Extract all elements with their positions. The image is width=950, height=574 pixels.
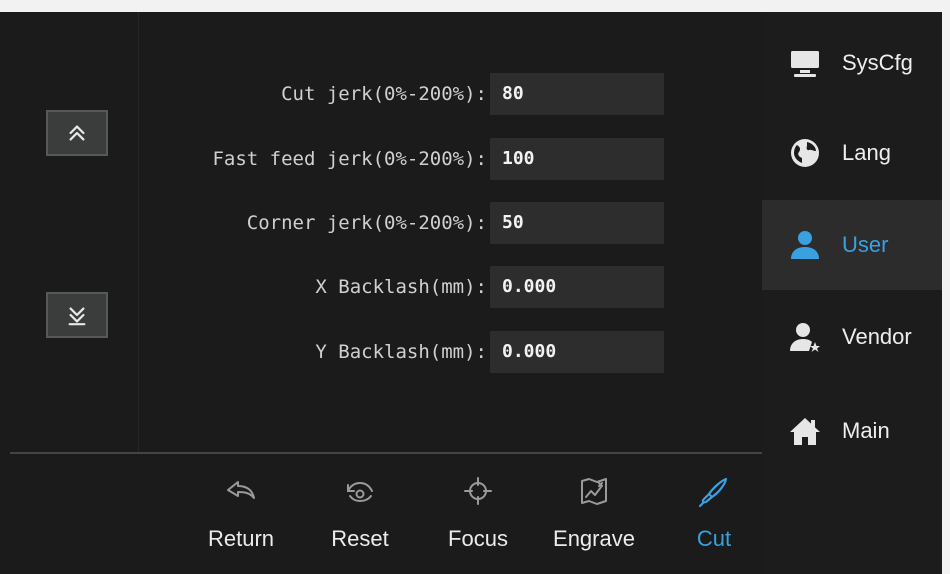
sidebar-item-label: Main	[842, 418, 890, 443]
screen-bezel-top	[0, 0, 950, 12]
globe-icon	[791, 139, 819, 167]
engrave-label: Engrave	[553, 526, 635, 551]
return-arrow-icon	[227, 481, 255, 499]
cut-label: Cut	[696, 526, 732, 551]
setting-row-y-backlash: Y Backlash(mm): 0.000	[0, 331, 762, 373]
sidebar: SysCfg Lang User Vendor Main	[762, 12, 942, 574]
sidebar-item-label: SysCfg	[842, 50, 913, 75]
sidebar-item-user[interactable]: User	[762, 200, 942, 290]
return-button[interactable]: Return	[191, 474, 291, 564]
return-label: Return	[207, 526, 275, 551]
setting-row-corner-jerk: Corner jerk(0%-200%): 50	[0, 202, 762, 244]
reset-label: Reset	[331, 526, 389, 551]
sidebar-item-label: User	[842, 232, 889, 257]
reset-button[interactable]: Reset	[310, 474, 410, 564]
bottom-toolbar: Return Reset Focus Engrave Cut	[0, 454, 762, 574]
engrave-icon	[581, 478, 607, 505]
setting-label: Fast feed jerk(0%-200%):	[212, 148, 487, 170]
setting-row-fast-feed-jerk: Fast feed jerk(0%-200%): 100	[0, 138, 762, 180]
setting-label: Y Backlash(mm):	[315, 341, 487, 363]
setting-label: Cut jerk(0%-200%):	[281, 83, 487, 105]
y-backlash-input[interactable]: 0.000	[490, 331, 664, 373]
user-icon	[791, 231, 819, 259]
settings-panel: Cut jerk(0%-200%): 80 Fast feed jerk(0%-…	[0, 12, 762, 452]
sidebar-item-main[interactable]: Main	[762, 386, 942, 476]
sidebar-item-vendor[interactable]: Vendor	[762, 292, 942, 382]
sidebar-item-lang[interactable]: Lang	[762, 108, 942, 198]
focus-label: Focus	[448, 526, 508, 551]
home-icon	[790, 418, 820, 445]
fast-feed-jerk-input[interactable]: 100	[490, 138, 664, 180]
vendor-user-icon	[790, 323, 820, 352]
setting-row-x-backlash: X Backlash(mm): 0.000	[0, 266, 762, 308]
crosshair-icon	[464, 477, 492, 505]
screen-bezel-right	[942, 0, 950, 574]
x-backlash-input[interactable]: 0.000	[490, 266, 664, 308]
focus-button[interactable]: Focus	[428, 474, 528, 564]
scroll-column-divider	[138, 12, 139, 452]
setting-row-cut-jerk: Cut jerk(0%-200%): 80	[0, 73, 762, 115]
setting-label: Corner jerk(0%-200%):	[246, 212, 487, 234]
sidebar-item-label: Vendor	[842, 324, 912, 349]
reset-icon	[347, 481, 373, 503]
engrave-button[interactable]: Engrave	[544, 474, 644, 564]
cut-button[interactable]: Cut	[664, 474, 764, 564]
cut-jerk-input[interactable]: 80	[490, 73, 664, 115]
sidebar-item-label: Lang	[842, 140, 891, 165]
pen-nib-icon	[698, 477, 728, 508]
monitor-icon	[791, 51, 819, 77]
sidebar-item-syscfg[interactable]: SysCfg	[762, 18, 942, 108]
setting-label: X Backlash(mm):	[315, 276, 487, 298]
corner-jerk-input[interactable]: 50	[490, 202, 664, 244]
